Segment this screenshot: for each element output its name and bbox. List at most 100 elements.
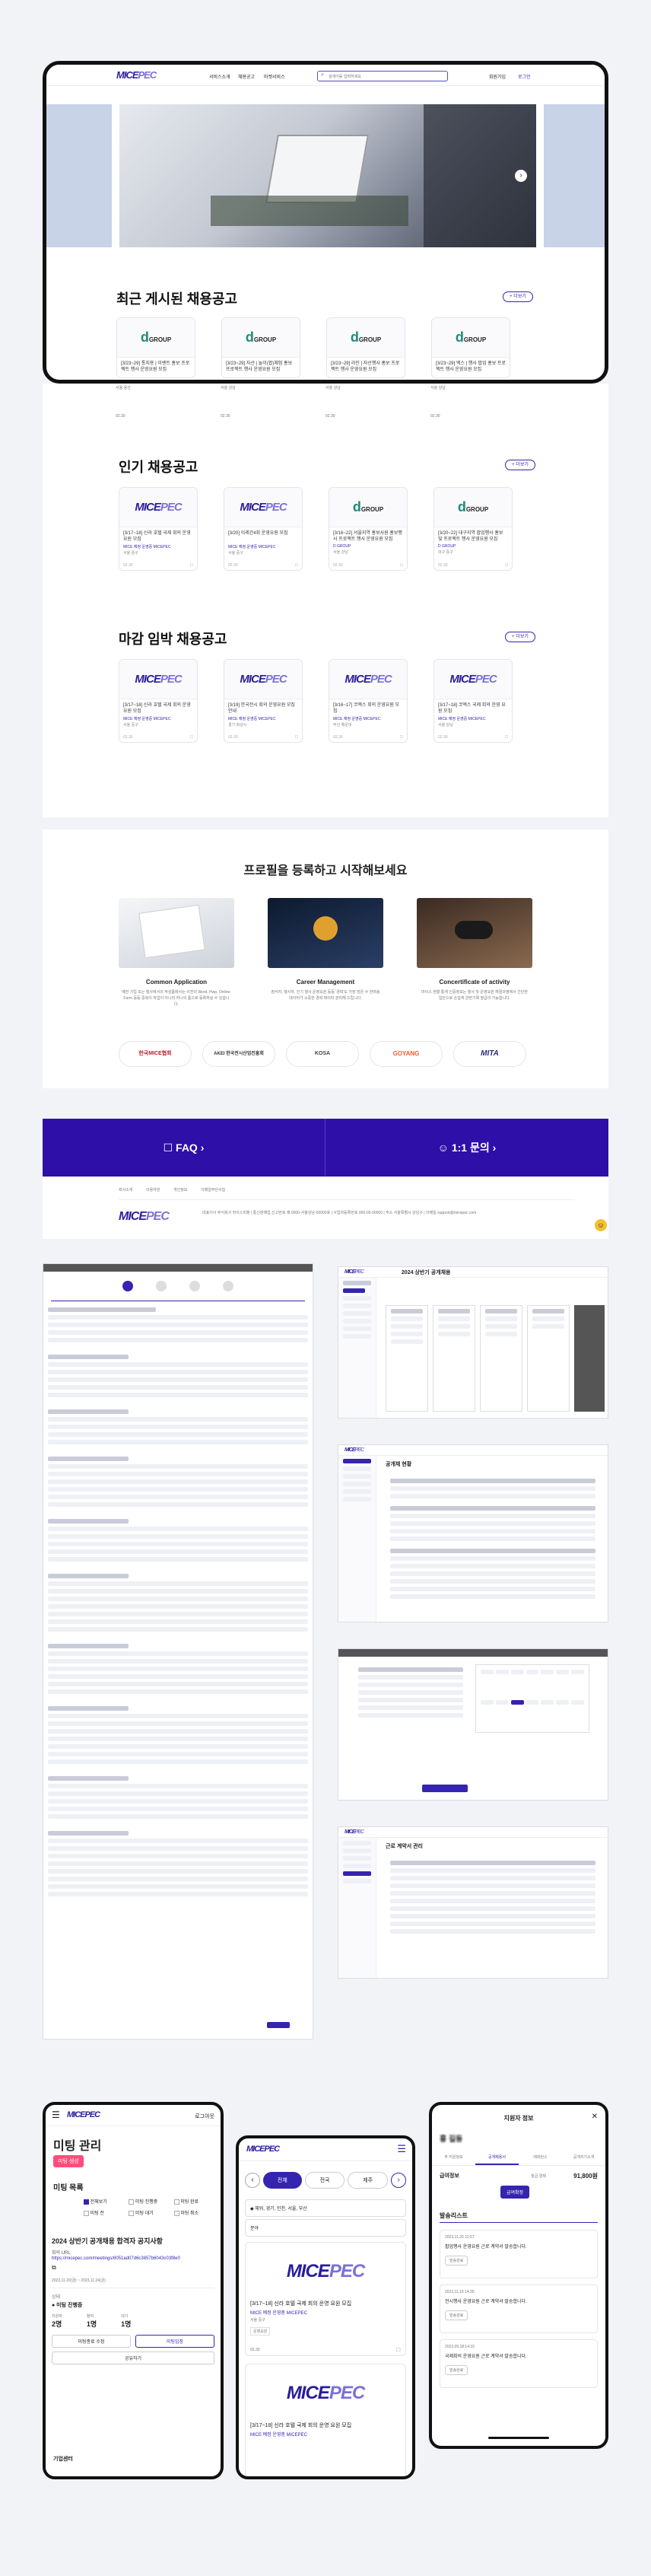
enter-meeting-button[interactable]: 미팅입장 xyxy=(135,2335,214,2348)
bookmark-icon[interactable]: ☐ xyxy=(505,563,508,568)
user-menu[interactable]: 로그아웃 xyxy=(195,2113,214,2120)
card-title: [3/16~17] 코엑스 회의 운영요원 모집 xyxy=(333,703,400,714)
bookmark-icon[interactable]: ☐ xyxy=(190,735,193,740)
filter-cancel[interactable]: 미팅 취소 xyxy=(173,2209,218,2216)
profile-item-3-name: Concertificate of activity xyxy=(439,979,510,986)
field-filter[interactable]: 분야 xyxy=(245,2219,406,2237)
create-meeting-button[interactable]: 미팅 생성 xyxy=(53,2155,84,2167)
meeting-link[interactable]: https://micepec.com/meetings/8051ad07d6c… xyxy=(52,2256,214,2262)
popular-more-button[interactable]: + 더보기 xyxy=(505,460,535,470)
bookmark-icon[interactable]: ☐ xyxy=(400,735,403,740)
mobile-logo[interactable]: MICEPEC xyxy=(67,2110,100,2119)
nav-service[interactable]: 서비스소개 xyxy=(209,73,230,80)
company-logo: MICEPEC xyxy=(329,660,407,699)
meeting-board-title: 2024 상반기 공개채용 xyxy=(401,1269,451,1275)
recent-card-4[interactable]: dGROUP [3/23~29] 엑스 | 행사 팝업 홍보 프로젝트 행사 운… xyxy=(431,317,510,378)
applicant-list-screenshot: MICEPEC 공개채 현황 xyxy=(338,1444,608,1622)
deadline-card-1[interactable]: MICEPEC [3/17~18] 신라 호텔 국제 회의 운영 요원 모집 M… xyxy=(119,659,198,743)
bookmark-icon[interactable]: ☐ xyxy=(505,735,508,740)
card-company: MICE 예정 운영중 MICEPEC xyxy=(250,2311,307,2316)
bookmark-icon[interactable]: ☐ xyxy=(400,563,403,568)
nav-jobs[interactable]: 채용공고 xyxy=(238,73,255,80)
edit-meeting-button[interactable]: 미팅종료 수정 xyxy=(52,2335,131,2348)
recent-card-2[interactable]: dGROUP [3/23~29] 자선 | 놀이(팝)체험 홍보 프로젝트 행사… xyxy=(221,317,300,378)
faq-button[interactable]: ☐ FAQ › xyxy=(43,1119,326,1177)
bookmark-icon[interactable]: ☐ xyxy=(396,2347,401,2353)
meeting-item[interactable]: 2024 상반기 공개채용 합격자 공지사항 회의 URL https://mi… xyxy=(52,2230,214,2418)
popular-card-2[interactable]: MICEPEC [3/20] 이레간4회 운영요원 모집 MICE 예정 운영중… xyxy=(224,487,303,571)
company-logo: MICEPEC xyxy=(224,660,302,699)
filter-progress[interactable]: 미팅 진행중 xyxy=(129,2198,172,2205)
tab-nation[interactable]: 전국 xyxy=(304,2172,345,2189)
deadline-card-3[interactable]: MICEPEC [3/16~17] 코엑스 회의 운영요원 모집 MICE 예정… xyxy=(329,659,408,743)
popular-card-1[interactable]: MICEPEC [3/17~18] 신라 호텔 국제 회의 운영 요원 모집 M… xyxy=(119,487,198,571)
search-placeholder: 검색어를 입력하세요 xyxy=(329,75,361,79)
profile-item-2-desc: 참석자, 행사자, 인기 행사 운영요원 등등 '경력'도 가장 많은 수 한마… xyxy=(271,990,380,1001)
popular-card-4[interactable]: dGROUP [3/20~22] 대구지역 팝업행사 홍보 및 프로젝트 행사 … xyxy=(433,487,513,571)
filter-done[interactable]: 미팅 완료 xyxy=(173,2198,218,2205)
popular-card-3[interactable]: dGROUP [3/16~22] 서울지역 홍보사원 홍보행사 프로젝트 행사 … xyxy=(329,487,408,571)
nav-market[interactable]: 마켓서비스 xyxy=(264,73,285,80)
entry-date: 2023.09.18 14:15 xyxy=(445,2345,475,2349)
recent-more-button[interactable]: + 더보기 xyxy=(503,291,533,302)
sent-button[interactable]: 발송완료 xyxy=(445,2256,468,2266)
company-center-link[interactable]: 기업센터 xyxy=(53,2455,73,2463)
recent-card-1[interactable]: dGROUP [3/23~29] 통지용 | 이벤트 홍보 프로젝트 행사 운영… xyxy=(116,317,195,378)
search-box[interactable]: ⌕ 검색어를 입력하세요 xyxy=(317,71,448,81)
site-logo[interactable]: MICEPEC xyxy=(116,69,157,81)
copy-icon[interactable]: ⧉ xyxy=(52,2264,214,2272)
card-date: 02.30 xyxy=(333,563,343,568)
tab-jeju[interactable]: 제주 xyxy=(348,2172,389,2189)
tab-all[interactable]: 전체 xyxy=(263,2172,302,2189)
filter-wait[interactable]: 미팅 대기 xyxy=(129,2209,172,2216)
footer-link-2[interactable]: 이용약관 xyxy=(146,1187,160,1192)
job-card-1[interactable]: MICEPEC [3/17~18] 신라 호텔 국제 회의 운영 요원 모집 M… xyxy=(245,2242,406,2356)
prev-icon[interactable]: ‹ xyxy=(245,2173,260,2188)
desktop-frame: MICEPEC 서비스소개 채용공고 마켓서비스 ⌕ 검색어를 입력하세요 회원… xyxy=(43,61,608,384)
card-date: 02.30 xyxy=(123,735,133,740)
footer-link-3[interactable]: 개인정보 xyxy=(173,1187,187,1192)
footer-link-4[interactable]: 이메일무단수집 xyxy=(201,1187,225,1192)
bookmark-icon[interactable]: ☐ xyxy=(295,735,298,740)
chat-float-icon[interactable]: ☺ xyxy=(595,1219,607,1231)
signup-link[interactable]: 회원가입 xyxy=(489,73,506,80)
wage-label: 급여정보 xyxy=(440,2173,459,2179)
tab-application[interactable]: 공개채용서 xyxy=(475,2151,519,2165)
send-entry-1: 2023.11.20 12:57 팝업행사 운영요원 근로 계약서 발송합니다.… xyxy=(440,2230,598,2278)
filter-before[interactable]: 미팅 전 xyxy=(84,2209,127,2216)
sent-button[interactable]: 발송완료 xyxy=(445,2310,468,2320)
card-loc: 서울 강남 xyxy=(438,723,453,728)
next-icon[interactable]: › xyxy=(391,2173,407,2188)
menu-icon[interactable]: ☰ xyxy=(52,2110,60,2120)
confirm-wage-button[interactable]: 급여확정 xyxy=(500,2186,530,2199)
inquiry-button[interactable]: ☺ 1:1 문의 › xyxy=(326,1119,608,1177)
filter-all[interactable]: 전체보기 xyxy=(84,2198,127,2205)
share-button[interactable]: 공유하기 xyxy=(52,2352,214,2364)
site-header: MICEPEC 서비스소개 채용공고 마켓서비스 ⌕ 검색어를 입력하세요 회원… xyxy=(46,65,605,86)
bookmark-icon[interactable]: ☐ xyxy=(295,563,298,568)
tab-info[interactable]: 주 지원정보 xyxy=(432,2151,475,2165)
tab-intro[interactable]: 공개자기소개 xyxy=(562,2151,605,2165)
card-title: [3/19] 한국전시 회의 운영요원 모집 안내 xyxy=(228,703,295,714)
login-link[interactable]: 로그인 xyxy=(518,73,531,80)
meeting-name: 2024 상반기 공개채용 합격자 공지사항 xyxy=(52,2237,163,2245)
menu-icon[interactable]: ☰ xyxy=(397,2143,406,2155)
close-icon[interactable]: ✕ xyxy=(592,2113,598,2121)
mobile-logo[interactable]: MICEPEC xyxy=(246,2145,280,2154)
popular-title: 인기 채용공고 xyxy=(119,460,198,475)
region-filter[interactable]: ◆ 채워, 경기, 인천, 서울, 부산 xyxy=(245,2199,406,2217)
footer-logo: MICEPEC xyxy=(119,1210,170,1223)
deadline-card-2[interactable]: MICEPEC [3/19] 한국전시 회의 운영요원 모집 안내 MICE 예… xyxy=(224,659,303,743)
card-company: MICE 예정 운영중 MICEPEC xyxy=(228,717,276,721)
footer-link-1[interactable]: 회사소개 xyxy=(119,1187,132,1192)
deadline-more-button[interactable]: + 더보기 xyxy=(505,632,535,642)
tab-reference[interactable]: 레퍼런스 xyxy=(519,2151,562,2165)
hero-next-icon[interactable]: › xyxy=(515,170,527,182)
send-entry-2: 2023.11.19 14:30 전시행사 운영요원 근로 계약서 발송합니다.… xyxy=(440,2285,598,2333)
job-card-2[interactable]: MICEPEC [3/17~18] 신라 호텔 국제 회의 운영 요원 모집 M… xyxy=(245,2364,406,2476)
recent-card-3[interactable]: dGROUP [3/23~29] 라인 | 자선행사 홍보 프로젝트 행사 운영… xyxy=(326,317,405,378)
bookmark-icon[interactable]: ☐ xyxy=(190,563,193,568)
company-logo: MICEPEC xyxy=(434,660,512,699)
deadline-card-4[interactable]: MICEPEC [3/17~18] 코엑스 국제 회의 운영 요원 모집 MIC… xyxy=(433,659,513,743)
sent-button[interactable]: 발송완료 xyxy=(445,2365,468,2375)
